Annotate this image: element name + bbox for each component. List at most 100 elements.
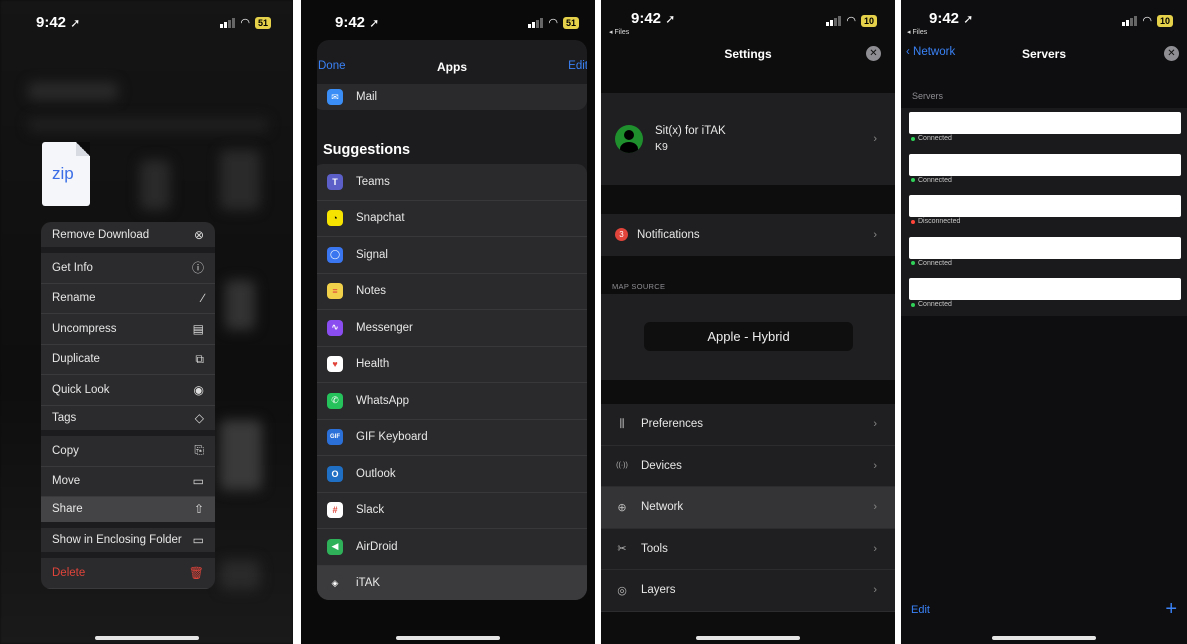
battery-icon: 10 [860, 14, 877, 27]
server-status-label: Disconnected [918, 218, 961, 225]
settings-row-preferences[interactable]: ⫼ Preferences › [601, 404, 895, 446]
map-source-group: Apple - Hybrid [601, 294, 895, 380]
menu-item-remove-download[interactable]: Remove Download ⊗ [41, 222, 215, 253]
show-in-enclosing-folder-icon: ▭ [192, 532, 204, 547]
app-row-slack[interactable]: # Slack [317, 493, 587, 529]
app-row-gif-keyboard[interactable]: GIF GIF Keyboard [317, 420, 587, 456]
edit-button[interactable]: Edit [568, 60, 587, 72]
wifi-icon: ◠ [240, 17, 250, 29]
status-icons: ◠ 10 [1122, 14, 1173, 27]
profile-sub: K9 [655, 141, 668, 153]
menu-item-copy[interactable]: Copy ⎘ [41, 436, 215, 467]
settings-row-label: Network [641, 501, 684, 514]
app-row-messenger[interactable]: ∿ Messenger [317, 310, 587, 347]
mail-icon: ✉ [327, 89, 343, 105]
status-time: 9:42 ➚ [929, 10, 974, 27]
menu-item-delete[interactable]: Delete 🗑 [41, 558, 215, 589]
app-row-teams[interactable]: T Teams [317, 164, 587, 201]
outlook-icon: O [327, 465, 343, 482]
notes-icon: ≡ [327, 283, 343, 300]
profile-group: Sit(x) for iTAK K9 › [601, 93, 895, 185]
app-row-snapchat[interactable]: ◔ Snapchat [317, 201, 587, 237]
health-icon: ♥ [327, 356, 343, 373]
blurred-file [220, 150, 260, 210]
add-server-button[interactable]: + [1165, 598, 1177, 621]
app-row-signal[interactable]: ◯ Signal [317, 237, 587, 274]
whatsapp-icon: ✆ [327, 392, 343, 409]
app-row-outlook[interactable]: O Outlook [317, 456, 587, 493]
menu-item-tags[interactable]: Tags ◇ [41, 406, 215, 436]
chevron-right-icon: › [873, 459, 877, 472]
menu-item-duplicate[interactable]: Duplicate ⧉ [41, 345, 215, 375]
app-row-itak[interactable]: ◈ iTAK [317, 565, 587, 600]
status-icons: ◠ 10 [826, 14, 877, 27]
server-name-redacted [909, 236, 1181, 259]
settings-row-tools[interactable]: ✂ Tools › [601, 529, 895, 570]
signal-icon [826, 15, 842, 26]
signal-icon [528, 17, 544, 28]
chevron-right-icon: › [873, 542, 877, 555]
menu-item-label: Get Info [52, 261, 93, 274]
menu-item-label: Remove Download [52, 228, 150, 241]
server-status-label: Connected [918, 176, 952, 184]
signal-icon [220, 17, 236, 28]
messenger-icon: ∿ [327, 319, 343, 336]
back-to-files[interactable]: ◂ Files [609, 28, 629, 36]
menu-item-get-info[interactable]: Get Info ⓘ [41, 253, 215, 284]
status-bar: 9:42 ➚ ◠ 51 [301, 0, 595, 40]
close-icon[interactable]: ✕ [1164, 46, 1179, 61]
settings-panel: 9:42 ➚ ◂ Files ◠ 10 Settings ✕ Sit(x) fo… [601, 0, 895, 644]
battery-icon: 51 [562, 16, 579, 29]
zip-file-icon[interactable]: zip [42, 142, 90, 206]
app-row-mail[interactable]: ✉ Mail [317, 84, 587, 110]
app-name: Mail [356, 91, 378, 103]
suggestions-heading: Suggestions [323, 142, 411, 158]
app-name: Messenger [356, 321, 413, 334]
server-row[interactable]: Connected [907, 233, 1181, 275]
settings-row-layers[interactable]: ◎ Layers › [601, 570, 895, 612]
map-source-header: MAP SOURCE [612, 282, 666, 291]
duplicate-icon: ⧉ [195, 351, 204, 366]
map-source-button[interactable]: Apple - Hybrid [644, 322, 853, 351]
menu-item-share[interactable]: Share ⇧ [41, 497, 215, 528]
server-row[interactable]: Connected [907, 274, 1181, 316]
menu-item-rename[interactable]: Rename ∕ [41, 284, 215, 314]
settings-row-network[interactable]: ⊕ Network › [601, 487, 895, 529]
close-icon[interactable]: ✕ [866, 46, 881, 61]
app-row-notes[interactable]: ≡ Notes [317, 274, 587, 310]
back-to-files[interactable]: ◂ Files [907, 28, 927, 36]
zip-label: zip [52, 164, 74, 183]
blurred-file [220, 420, 262, 490]
server-row[interactable]: Connected [907, 150, 1181, 192]
app-row-whatsapp[interactable]: ✆ WhatsApp [317, 383, 587, 420]
app-row-airdroid[interactable]: ◀ AirDroid [317, 529, 587, 566]
menu-item-label: Move [52, 475, 81, 488]
server-status-label: Connected [918, 301, 952, 308]
chevron-right-icon: › [873, 418, 877, 431]
home-indicator [396, 636, 500, 640]
menu-item-quick-look[interactable]: Quick Look ◉ [41, 375, 215, 406]
app-name: Notes [356, 285, 387, 298]
server-name-redacted [909, 153, 1181, 176]
app-row-health[interactable]: ♥ Health [317, 347, 587, 383]
notifications-row[interactable]: 3 Notifications › [601, 214, 895, 256]
menu-item-move[interactable]: Move ▭ [41, 467, 215, 497]
menu-item-label: Share [52, 503, 83, 516]
server-row[interactable]: Connected [907, 108, 1181, 150]
teams-icon: T [327, 173, 343, 190]
settings-row-devices[interactable]: ((·)) Devices › [601, 446, 895, 487]
signal-icon [1122, 15, 1138, 26]
edit-button[interactable]: Edit [911, 604, 930, 616]
blurred-file [220, 560, 260, 590]
app-name: GIF Keyboard [356, 431, 428, 444]
status-bar: 9:42 ➚ ◠ 51 [0, 0, 293, 40]
menu-item-uncompress[interactable]: Uncompress ▤ [41, 314, 215, 345]
signal-icon: ◯ [327, 246, 343, 263]
menu-item-show-in-enclosing-folder[interactable]: Show in Enclosing Folder ▭ [41, 528, 215, 558]
slack-icon: # [327, 502, 343, 519]
menu-item-label: Duplicate [52, 353, 100, 366]
devices-icon: ((·)) [616, 462, 628, 470]
home-indicator [696, 636, 800, 640]
server-row[interactable]: Disconnected [907, 191, 1181, 233]
profile-row[interactable]: Sit(x) for iTAK K9 › [601, 93, 895, 185]
